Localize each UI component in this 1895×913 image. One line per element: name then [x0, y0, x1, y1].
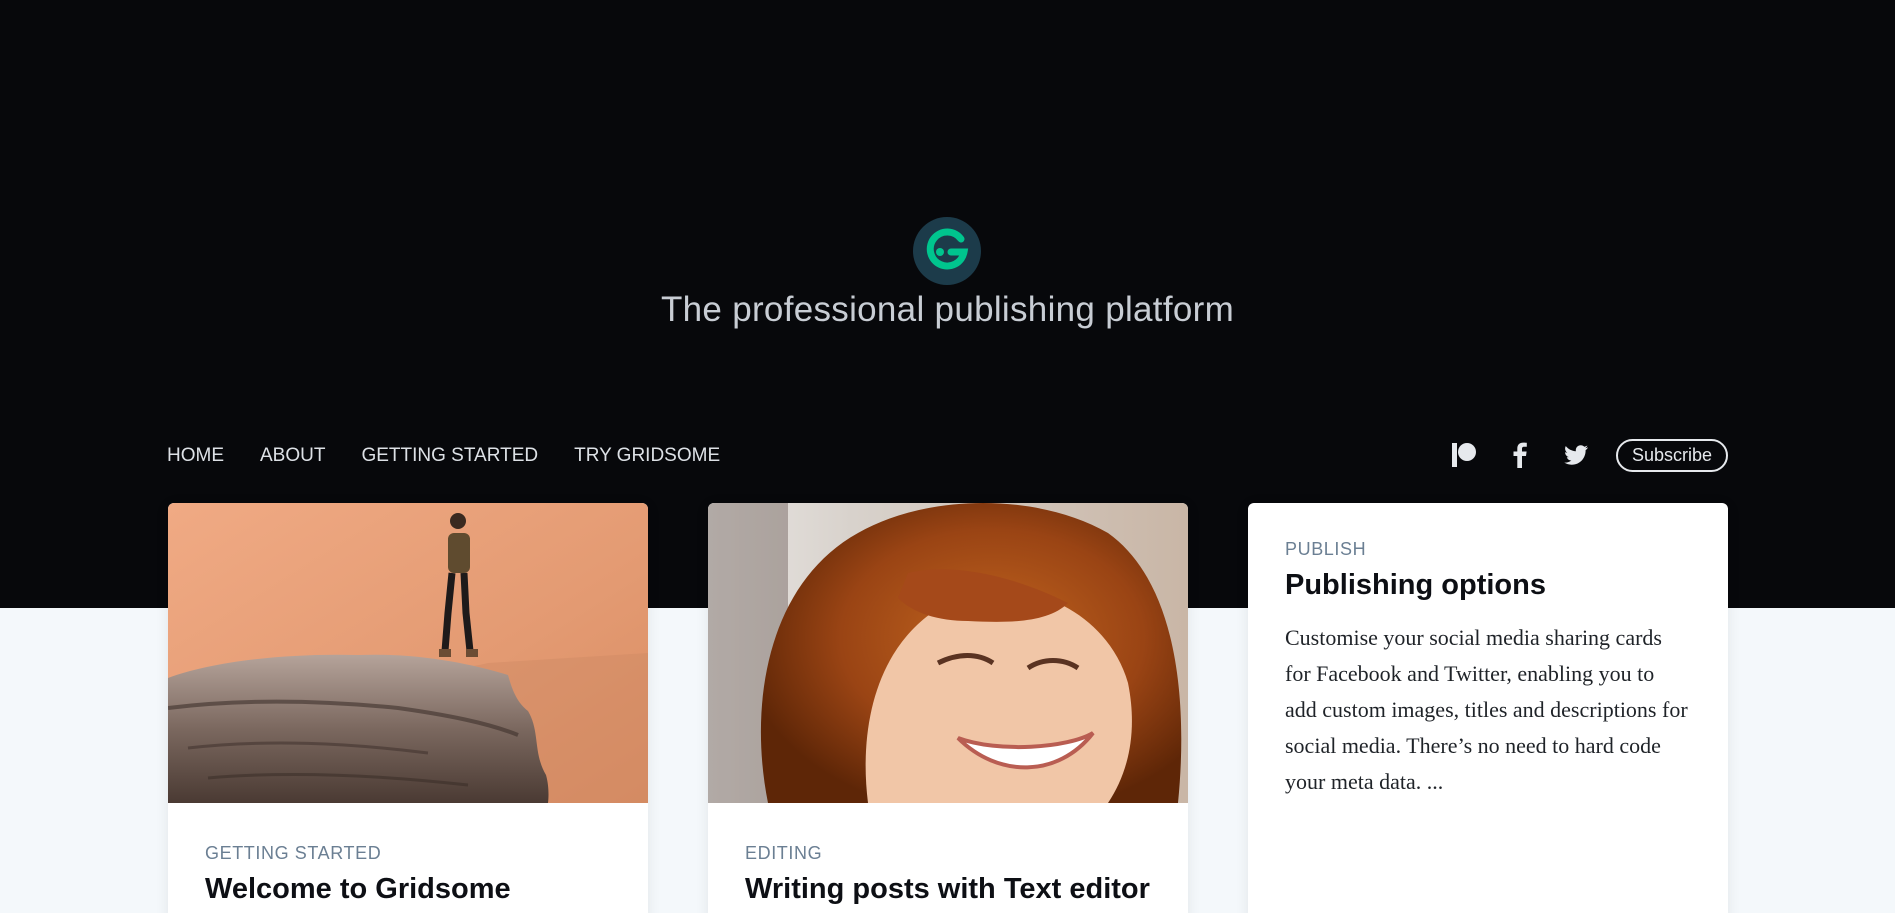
post-image-person-on-cliff[interactable] — [168, 503, 648, 803]
main-nav: HOME ABOUT GETTING STARTED TRY GRIDSOME — [167, 441, 756, 471]
post-card-body: GETTING STARTED Welcome to Gridsome — [168, 803, 648, 908]
post-excerpt: Customise your social media sharing card… — [1285, 625, 1688, 794]
post-tag[interactable]: GETTING STARTED — [205, 843, 611, 864]
nav-link-home[interactable]: HOME — [167, 445, 224, 467]
post-card[interactable]: GETTING STARTED Welcome to Gridsome — [168, 503, 648, 913]
social-links: Subscribe — [1448, 436, 1728, 474]
nav-link-getting-started[interactable]: GETTING STARTED — [361, 445, 538, 467]
site-tagline: The professional publishing platform — [660, 290, 1235, 329]
post-title[interactable]: Writing posts with Text editor — [745, 870, 1151, 908]
post-card[interactable]: PUBLISH Publishing options Customise you… — [1248, 503, 1728, 913]
page: The professional publishing platform HOM… — [0, 0, 1895, 913]
nav-link-try-gridsome[interactable]: TRY GRIDSOME — [574, 445, 720, 467]
post-image-smiling-woman[interactable] — [708, 503, 1188, 803]
post-tag[interactable]: EDITING — [745, 843, 1151, 864]
post-card[interactable]: EDITING Writing posts with Text editor — [708, 503, 1188, 913]
twitter-icon[interactable] — [1560, 439, 1592, 471]
gridsome-logo-icon[interactable] — [913, 217, 981, 285]
post-card-body: EDITING Writing posts with Text editor — [708, 803, 1188, 908]
nav-link-about[interactable]: ABOUT — [260, 445, 325, 467]
facebook-icon[interactable] — [1504, 439, 1536, 471]
subscribe-button[interactable]: Subscribe — [1615, 438, 1728, 472]
patreon-icon[interactable] — [1448, 439, 1480, 471]
post-title[interactable]: Publishing options — [1285, 566, 1691, 604]
post-card-body: PUBLISH Publishing options Customise you… — [1248, 503, 1728, 800]
post-tag[interactable]: PUBLISH — [1285, 539, 1691, 560]
post-title[interactable]: Welcome to Gridsome — [205, 870, 611, 908]
